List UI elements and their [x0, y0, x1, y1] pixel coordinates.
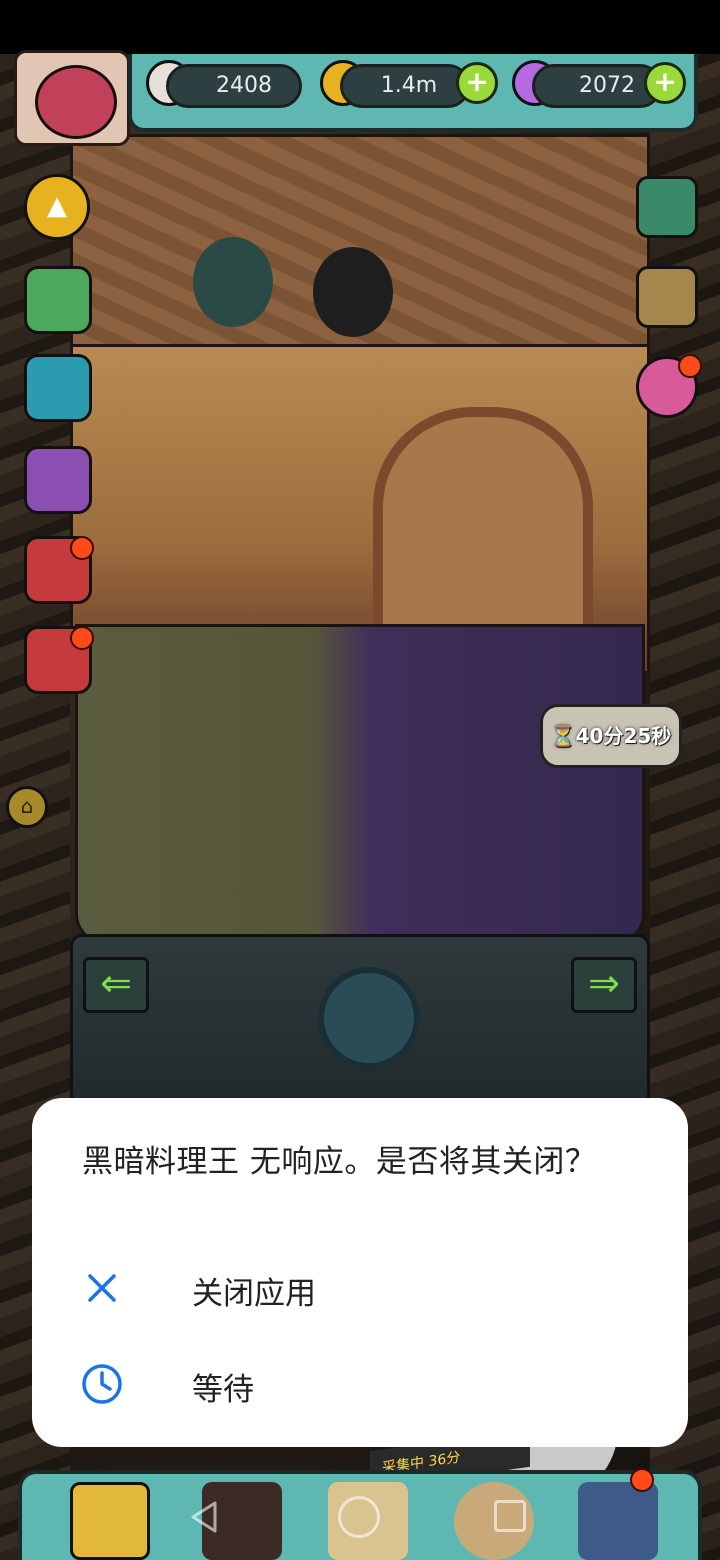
scroll-right-arrow-icon[interactable]: ⇒: [571, 957, 637, 1013]
nav-back-icon[interactable]: [185, 1497, 225, 1537]
notification-dot: [70, 626, 94, 650]
eyeball-count: 2408: [166, 64, 302, 108]
video-ad-icon[interactable]: [636, 176, 698, 238]
potion-count: 2072: [532, 64, 662, 108]
wait-option[interactable]: 等待: [32, 1340, 688, 1430]
status-bar: [0, 0, 720, 54]
kitchen-floor[interactable]: [75, 624, 645, 1497]
gear-icon: [318, 967, 420, 1069]
hourglass-icon: ⏳: [550, 724, 576, 748]
avatar-portrait: [35, 65, 117, 139]
close-app-label: 关闭应用: [192, 1276, 316, 1312]
nav-home-icon[interactable]: [338, 1496, 380, 1538]
upgrade-arrow-icon[interactable]: ▲: [24, 174, 90, 240]
backpack-icon[interactable]: [636, 266, 698, 328]
craft-timer-bubble[interactable]: ⏳40分25秒: [540, 704, 682, 768]
app-not-responding-dialog: 黑暗料理王 无响应。是否将其关闭？ 关闭应用 等待: [32, 1098, 688, 1447]
notification-dot: [630, 1468, 654, 1492]
close-icon: [88, 1274, 116, 1302]
dialog-title: 黑暗料理王 无响应。是否将其关闭？: [82, 1144, 597, 1180]
notification-dot: [678, 354, 702, 378]
clock-icon: [82, 1364, 122, 1404]
close-app-option[interactable]: 关闭应用: [32, 1244, 688, 1334]
scroll-left-arrow-icon[interactable]: ⇐: [83, 957, 149, 1013]
creature-green[interactable]: [193, 237, 273, 327]
nav-recents-icon[interactable]: [494, 1500, 526, 1532]
timer-text: 40分25秒: [575, 724, 672, 748]
notification-dot: [70, 536, 94, 560]
inventory-tab-icon[interactable]: [578, 1482, 658, 1560]
wait-label: 等待: [192, 1372, 254, 1408]
add-potions-button[interactable]: +: [644, 62, 686, 104]
cards-icon[interactable]: [24, 446, 92, 514]
add-coins-button[interactable]: +: [456, 62, 498, 104]
player-avatar[interactable]: [14, 50, 130, 146]
present-icon[interactable]: [24, 354, 92, 422]
creature-black[interactable]: [313, 247, 393, 337]
home-icon[interactable]: ⌂: [6, 786, 48, 828]
coin-count: 1.4m: [340, 64, 470, 108]
resource-bar: 2408 1.4m + 2072 +: [128, 54, 698, 132]
stone-arch: [373, 407, 593, 627]
house-tab-icon[interactable]: [70, 1482, 150, 1560]
gift-box-icon[interactable]: [24, 266, 92, 334]
